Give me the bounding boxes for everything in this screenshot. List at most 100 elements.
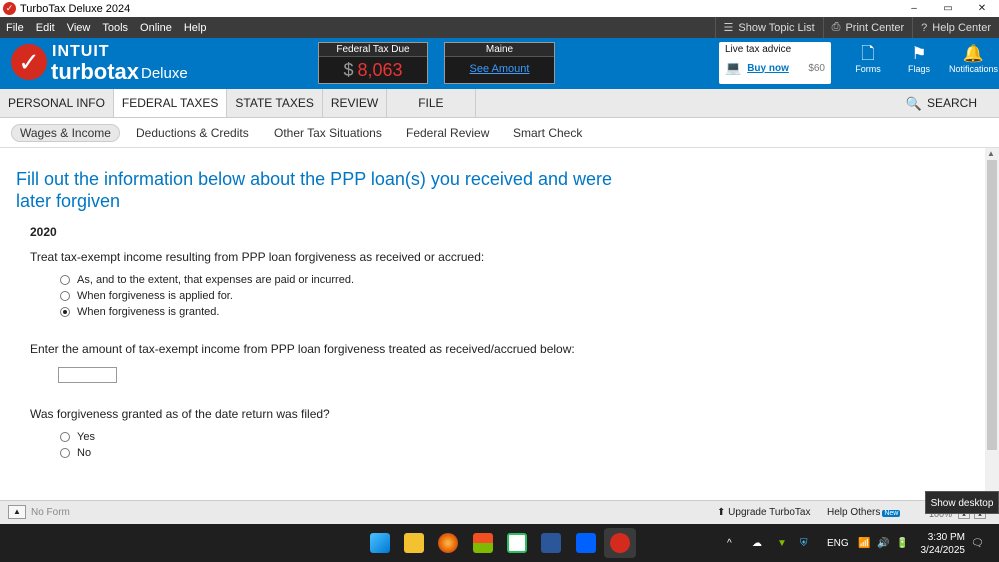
tab-personal-info[interactable]: PERSONAL INFO [0,89,114,117]
tab-review[interactable]: REVIEW [323,89,388,117]
window-title: TurboTax Deluxe 2024 [20,2,131,15]
firefox-icon[interactable] [438,533,458,553]
radio-label: When forgiveness is applied for. [77,290,233,302]
menu-tools[interactable]: Tools [96,22,134,34]
radio-button[interactable] [60,291,70,301]
turbotax-logo: turbotax [51,59,139,84]
defender-icon[interactable]: ⛨ [800,524,808,562]
menu-edit[interactable]: Edit [30,22,61,34]
window-controls: – ▭ ✕ [897,0,999,17]
main-content: Fill out the information below about the… [0,148,985,500]
system-clock[interactable]: 3:30 PM 3/24/2025 [917,531,966,557]
subtab-federal-review[interactable]: Federal Review [406,125,489,141]
see-amount-link[interactable]: See Amount [445,57,554,81]
page-title: Fill out the information below about the… [16,169,613,211]
help-icon: ? [921,21,928,34]
vertical-scrollbar[interactable]: ▲ [985,148,999,500]
forms-icon: 🗋 [861,44,875,63]
state-tax-box: Maine See Amount [444,42,555,84]
scrollbar-thumb[interactable] [987,160,997,450]
scroll-up-icon[interactable]: ▲ [987,149,995,158]
menu-file[interactable]: File [0,22,30,34]
radio-button[interactable] [60,432,70,442]
question-amount: Enter the amount of tax-exempt income fr… [30,342,575,356]
word-icon[interactable] [541,533,561,553]
main-tabs: PERSONAL INFO FEDERAL TAXES STATE TAXES … [0,89,999,118]
no-form-label: No Form [31,507,70,518]
help-center-label: Help Center [932,21,991,34]
forms-label: Forms [855,64,881,74]
menu-online[interactable]: Online [134,22,178,34]
question-received-accrued: Treat tax-exempt income resulting from P… [30,250,485,264]
subtab-smart-check[interactable]: Smart Check [513,125,582,141]
menu-bar: File Edit View Tools Online Help ☰ Show … [0,17,999,38]
cloud-icon[interactable]: ☁ [752,524,762,562]
wifi-icon[interactable]: 📶 [858,524,870,562]
radio-button[interactable] [60,448,70,458]
turbotax-icon[interactable] [610,533,630,553]
show-topic-list-button[interactable]: ☰ Show Topic List [714,17,823,38]
ppp-amount-input[interactable] [58,367,117,383]
search-icon: 🔍 [905,96,922,111]
radio-option-yes[interactable]: Yes [60,431,95,443]
show-desktop-tooltip: Show desktop [925,491,999,514]
flags-button[interactable]: ⚑ Flags [904,44,934,74]
file-explorer-icon[interactable] [404,533,424,553]
turbotax-check-logo-icon: ✓ [11,44,47,80]
expand-forms-button[interactable]: ▲ [8,505,26,519]
subtab-other-tax-situations[interactable]: Other Tax Situations [274,125,382,141]
buy-now-link[interactable]: Buy now [747,63,789,74]
help-others-button[interactable]: Help Others New [827,507,901,518]
window-titlebar: ✓ TurboTax Deluxe 2024 – ▭ ✕ [0,0,999,17]
search-label: SEARCH [926,96,977,110]
tab-state-taxes[interactable]: STATE TAXES [227,89,323,117]
search-button[interactable]: 🔍 SEARCH [906,89,977,118]
evernote-icon[interactable] [507,533,527,553]
live-tax-advice-title: Live tax advice [725,44,792,55]
arrow-up-icon: ▲ [13,507,21,516]
language-indicator[interactable]: ENG [827,524,849,562]
radio-option-no[interactable]: No [60,447,91,459]
subtab-wages-income[interactable]: Wages & Income [11,124,120,142]
federal-tax-due-label: Federal Tax Due [319,43,427,57]
radio-option-applied-for[interactable]: When forgiveness is applied for. [60,290,233,302]
state-label: Maine [445,43,554,57]
menu-view[interactable]: View [61,22,97,34]
print-center-button[interactable]: ⎙ Print Center [822,17,913,38]
store-icon[interactable] [473,533,493,553]
radio-label: Yes [77,431,95,443]
forms-button[interactable]: 🗋 Forms [852,44,884,74]
list-icon: ☰ [723,22,734,34]
restore-button[interactable]: ▭ [931,0,965,17]
close-button[interactable]: ✕ [965,0,999,17]
app-header: ✓ INTUIT turbotax Deluxe Federal Tax Due… [0,38,999,89]
notification-center-icon[interactable]: 🗨 [971,524,984,562]
dropbox-icon[interactable] [576,533,596,553]
printer-icon: ⎙ [831,21,841,33]
radio-button-selected[interactable] [60,307,70,317]
start-icon[interactable] [370,533,390,553]
subtab-deductions-credits[interactable]: Deductions & Credits [136,125,249,141]
laptop-icon: 💻 [725,60,742,75]
radio-option-granted[interactable]: When forgiveness is granted. [60,306,219,318]
sub-tabs: Wages & Income Deductions & Credits Othe… [0,118,999,148]
federal-tax-due-value: $8,063 [343,60,403,80]
clock-date: 3/24/2025 [920,545,966,556]
radio-button[interactable] [60,275,70,285]
edition-label: Deluxe [141,65,188,82]
clock-time: 3:30 PM [927,532,965,543]
nvidia-icon[interactable]: ▼ [777,524,787,562]
notifications-button[interactable]: 🔔 Notifications [948,44,999,74]
tab-federal-taxes[interactable]: FEDERAL TAXES [113,89,228,117]
help-center-button[interactable]: ? Help Center [912,17,999,38]
radio-option-expenses-paid[interactable]: As, and to the extent, that expenses are… [60,274,354,286]
tab-file[interactable]: FILE [387,89,476,117]
upgrade-turbotax-button[interactable]: ⬆ Upgrade TurboTax [717,507,810,518]
question-forgiveness-granted: Was forgiveness granted as of the date r… [30,407,330,421]
tray-chevron-icon[interactable]: ^ [727,524,732,562]
menu-help[interactable]: Help [178,22,213,34]
battery-icon[interactable]: 🔋 [896,524,908,562]
volume-icon[interactable]: 🔊 [877,524,889,562]
federal-tax-due-box[interactable]: Federal Tax Due $8,063 [318,42,428,84]
minimize-button[interactable]: – [897,0,931,17]
